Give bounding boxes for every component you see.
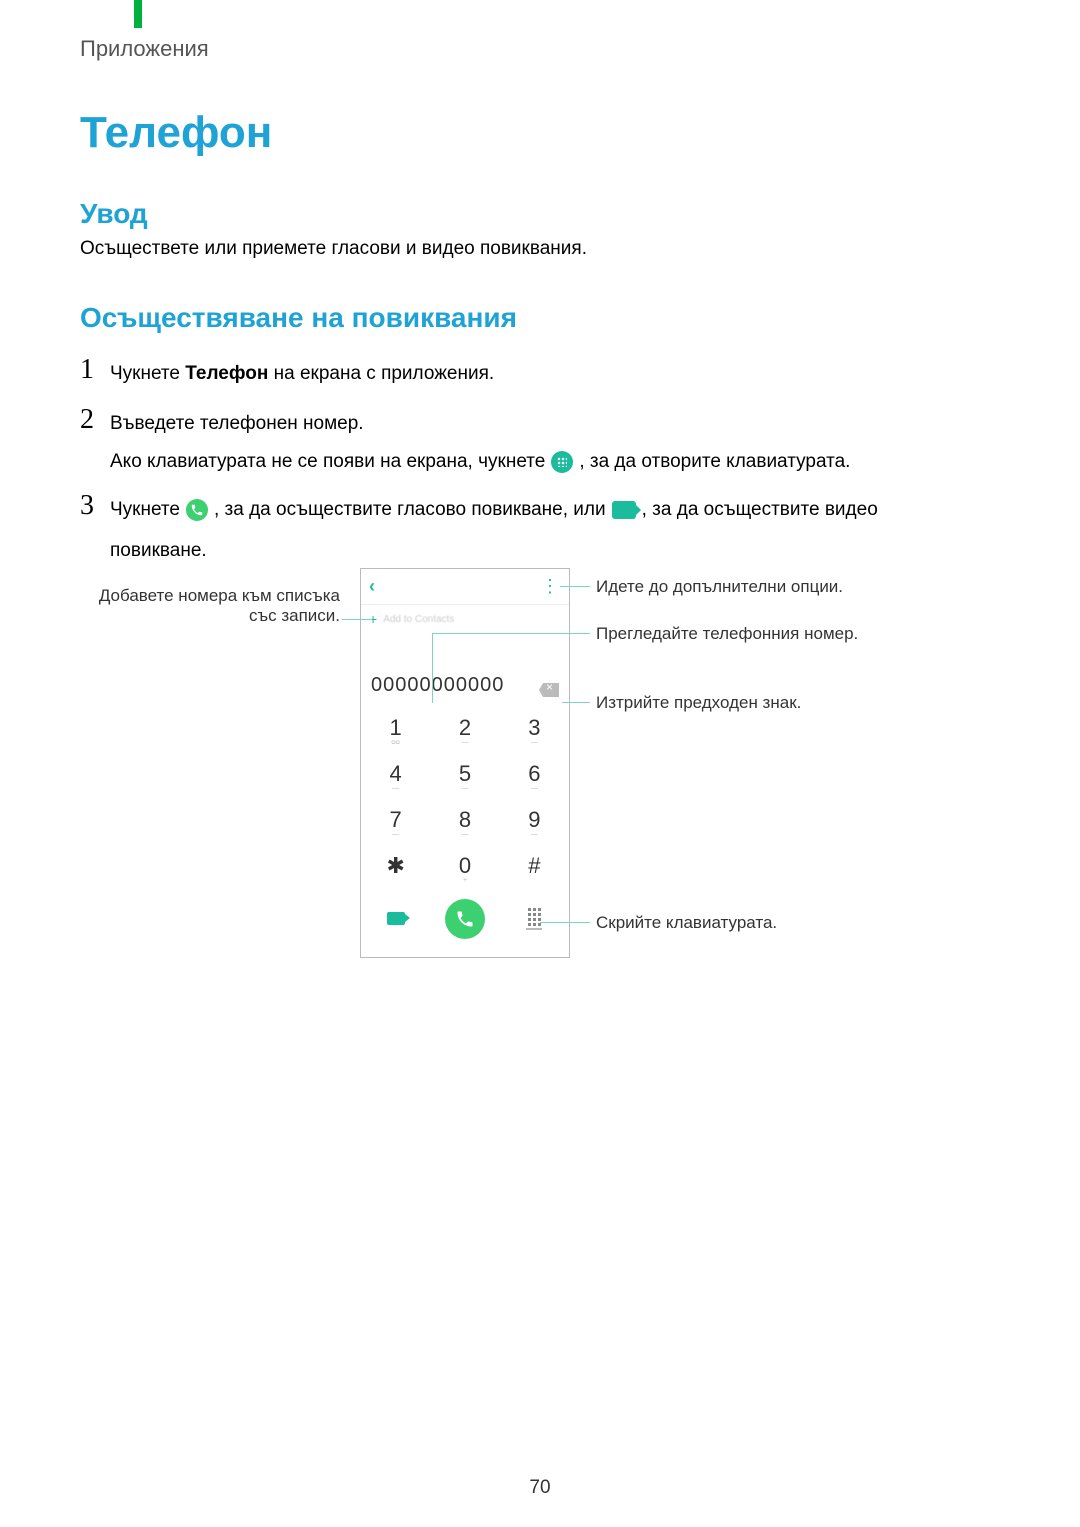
key-5[interactable]: 5— <box>430 751 499 797</box>
callout-more-options: Идете до допълнителни опции. <box>596 577 843 597</box>
key-6[interactable]: 6— <box>500 751 569 797</box>
add-to-contacts-label[interactable]: Add to Contacts <box>383 614 454 625</box>
keypad-icon <box>551 451 573 473</box>
key-2[interactable]: 2— <box>430 705 499 751</box>
callout-line-more-options <box>560 586 590 587</box>
key-star[interactable]: ✱ <box>361 843 430 889</box>
callout-review-number: Прегледайте телефонния номер. <box>596 624 858 644</box>
callout-line-delete <box>562 702 590 703</box>
step1-pre: Чукнете <box>110 363 185 384</box>
step3-b: , за да осъществите гласово повикване, и… <box>214 496 606 525</box>
page-title: Телефон <box>80 108 272 158</box>
phone-call-icon <box>186 499 208 521</box>
entered-number: 00000000000 <box>371 674 504 697</box>
step2-line2b: , за да отворите клавиатурата. <box>579 448 850 477</box>
step2-line2a: Ако клавиатурата не се появи на екрана, … <box>110 448 545 477</box>
step-text-1: Чукнете Телефон на екрана с приложения. <box>110 360 494 389</box>
more-options-icon[interactable]: ⋮ <box>541 576 561 597</box>
page-number: 70 <box>0 1477 1080 1499</box>
dialer-keypad: 1ᴑᴑ 2— 3— 4— 5— 6— 7— 8— 9— ✱ 0+ # <box>361 705 569 889</box>
section-tab <box>134 0 142 28</box>
key-3[interactable]: 3— <box>500 705 569 751</box>
step-number-2: 2 <box>80 404 94 436</box>
video-call-button[interactable] <box>387 909 405 930</box>
step3-d: повикване. <box>110 537 207 566</box>
key-1[interactable]: 1ᴑᴑ <box>361 705 430 751</box>
key-8[interactable]: 8— <box>430 797 499 843</box>
step3-a: Чукнете <box>110 496 180 525</box>
key-7[interactable]: 7— <box>361 797 430 843</box>
step-number-1: 1 <box>80 354 94 386</box>
phone-dialer-screenshot: ‹ ⋮ + Add to Contacts 00000000000 1ᴑᴑ 2—… <box>360 568 570 958</box>
step-text-2-line1: Въведете телефонен номер. <box>110 410 364 439</box>
header-section-label: Приложения <box>80 36 209 62</box>
callout-hide-keyboard: Скрийте клавиатурата. <box>596 913 777 933</box>
back-icon[interactable]: ‹ <box>369 576 375 597</box>
step-text-3: Чукнете , за да осъществите гласово пови… <box>110 496 980 565</box>
intro-heading: Увод <box>80 198 148 230</box>
intro-text: Осъществете или приемете гласови и видео… <box>80 238 587 260</box>
key-0[interactable]: 0+ <box>430 843 499 889</box>
callout-line-add-contacts <box>342 619 372 620</box>
backspace-icon[interactable] <box>539 683 559 697</box>
key-4[interactable]: 4— <box>361 751 430 797</box>
callout-vline-review <box>432 633 433 703</box>
section-making-calls-heading: Осъществяване на повиквания <box>80 302 517 334</box>
video-call-icon <box>612 501 636 519</box>
step3-c: , за да осъществите видео <box>642 496 878 525</box>
callout-line-review <box>432 633 590 634</box>
key-9[interactable]: 9— <box>500 797 569 843</box>
step-number-3: 3 <box>80 490 94 522</box>
step1-post: на екрана с приложения. <box>268 363 494 384</box>
callout-line-hide-kb <box>540 922 590 923</box>
key-hash[interactable]: # <box>500 843 569 889</box>
callout-add-contacts: Добавете номера към списъка със записи. <box>80 586 340 626</box>
step-text-2-line2: Ако клавиатурата не се появи на екрана, … <box>110 448 850 477</box>
callout-delete-char: Изтрийте предходен знак. <box>596 693 801 713</box>
step1-bold: Телефон <box>185 363 268 384</box>
voice-call-button[interactable] <box>445 899 485 939</box>
hide-keyboard-button[interactable] <box>526 908 542 930</box>
